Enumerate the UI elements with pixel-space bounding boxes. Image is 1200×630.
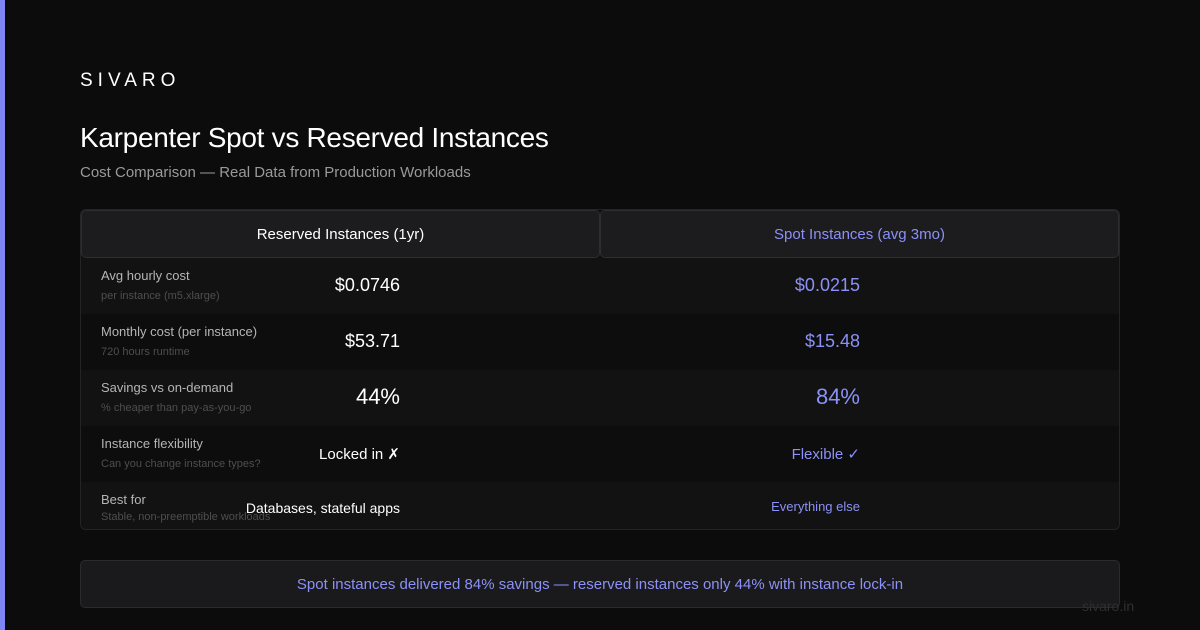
comparison-table: Reserved Instances (1yr) Spot Instances … bbox=[80, 209, 1120, 530]
header-spot: Spot Instances (avg 3mo) bbox=[600, 210, 1119, 258]
row-sublabel: Can you change instance types? bbox=[101, 458, 261, 470]
table-header: Reserved Instances (1yr) Spot Instances … bbox=[81, 210, 1119, 258]
reserved-value: Databases, stateful apps bbox=[245, 500, 400, 516]
row-label: Best for bbox=[101, 492, 146, 507]
brand-logo: SIVARO bbox=[80, 70, 181, 91]
accent-bar bbox=[0, 0, 5, 630]
row-sublabel: per instance (m5.xlarge) bbox=[101, 290, 220, 302]
row-label: Instance flexibility bbox=[101, 436, 203, 451]
spot-value: 84% bbox=[815, 384, 860, 409]
row-sublabel: % cheaper than pay-as-you-go bbox=[101, 402, 252, 414]
reserved-value: $53.71 bbox=[344, 331, 400, 351]
summary-callout: Spot instances delivered 84% savings — r… bbox=[80, 560, 1120, 608]
spot-value: Everything else bbox=[771, 499, 860, 514]
page-subtitle: Cost Comparison — Real Data from Product… bbox=[80, 164, 471, 181]
row-label: Avg hourly cost bbox=[101, 268, 190, 283]
table-row: Avg hourly cost per instance (m5.xlarge)… bbox=[81, 258, 1119, 314]
row-label: Savings vs on-demand bbox=[101, 380, 234, 395]
table-row: Monthly cost (per instance) 720 hours ru… bbox=[81, 314, 1119, 370]
page-title: Karpenter Spot vs Reserved Instances bbox=[80, 122, 549, 153]
table-row: Savings vs on-demand % cheaper than pay-… bbox=[81, 370, 1119, 426]
site-watermark: sivaro.in bbox=[1082, 598, 1135, 614]
table-row: Instance flexibility Can you change inst… bbox=[81, 426, 1119, 482]
row-sublabel: 720 hours runtime bbox=[101, 346, 190, 358]
spot-value: $15.48 bbox=[804, 331, 860, 351]
spot-value: Flexible ✓ bbox=[791, 446, 860, 463]
table-row: Best for Stable, non-preemptible workloa… bbox=[81, 482, 1119, 529]
reserved-value: $0.0746 bbox=[334, 275, 400, 295]
reserved-value: Locked in ✗ bbox=[319, 446, 400, 463]
spot-value: $0.0215 bbox=[794, 275, 860, 295]
reserved-value: 44% bbox=[355, 384, 400, 409]
header-reserved: Reserved Instances (1yr) bbox=[81, 210, 600, 258]
row-label: Monthly cost (per instance) bbox=[101, 324, 258, 339]
